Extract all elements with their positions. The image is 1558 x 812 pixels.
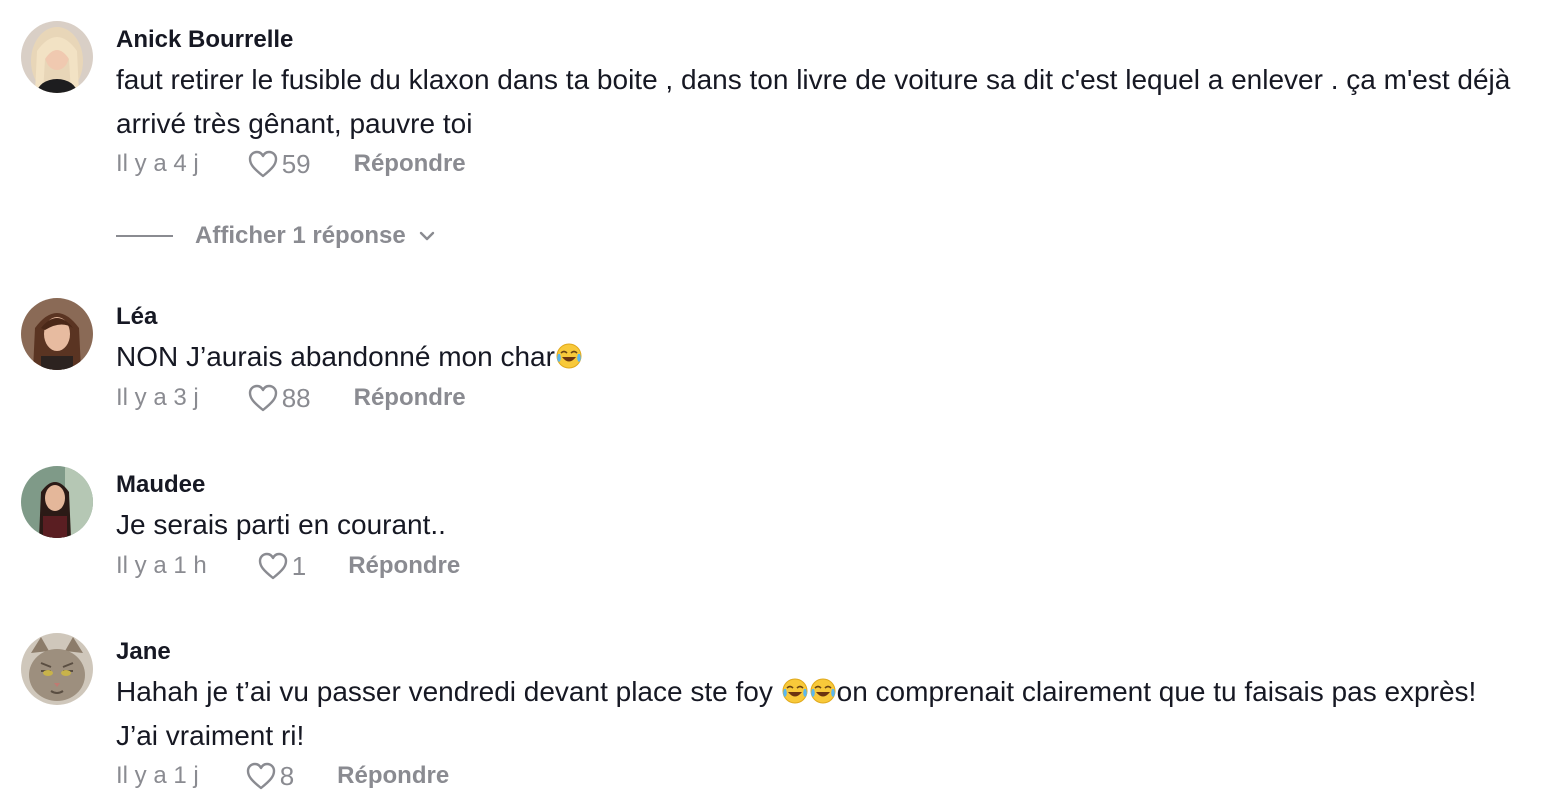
reply-button[interactable]: Répondre bbox=[348, 552, 460, 580]
avatar[interactable] bbox=[21, 466, 93, 538]
like-count: 1 bbox=[291, 550, 307, 581]
like-button[interactable]: 1 bbox=[257, 551, 306, 582]
comment-text-part: Je serais parti en courant.. bbox=[116, 509, 446, 540]
face-with-tears-of-joy-icon bbox=[555, 342, 583, 370]
heart-icon[interactable] bbox=[247, 383, 279, 413]
comment-time: Il y a 4 j bbox=[116, 150, 199, 177]
comment-author[interactable]: Jane bbox=[116, 638, 171, 666]
reply-button[interactable]: Répondre bbox=[354, 384, 466, 412]
like-count: 59 bbox=[281, 148, 311, 179]
reply-button[interactable]: Répondre bbox=[337, 762, 449, 790]
avatar[interactable] bbox=[21, 633, 93, 705]
face-with-tears-of-joy-icon bbox=[781, 677, 809, 705]
avatar[interactable] bbox=[21, 21, 93, 93]
comment-time: Il y a 1 h bbox=[116, 552, 207, 579]
chevron-down-icon[interactable] bbox=[418, 230, 436, 242]
like-count: 88 bbox=[281, 382, 311, 413]
comment-author[interactable]: Anick Bourrelle bbox=[116, 26, 293, 54]
comment-text-part: faut retirer le fusible du klaxon dans t… bbox=[116, 64, 1511, 139]
view-replies-label[interactable]: Afficher 1 réponse bbox=[195, 222, 406, 250]
like-count: 8 bbox=[279, 760, 295, 791]
comment-time: Il y a 3 j bbox=[116, 384, 199, 411]
comment-time: Il y a 1 j bbox=[116, 762, 199, 789]
comment-meta: Il y a 1 h 1 Répondre bbox=[116, 549, 460, 583]
comment-text: Je serais parti en courant.. bbox=[116, 503, 1546, 547]
heart-icon[interactable] bbox=[247, 149, 279, 179]
like-button[interactable]: 88 bbox=[247, 383, 311, 414]
comment-author[interactable]: Maudee bbox=[116, 471, 205, 499]
avatar-blonde-woman-icon bbox=[21, 21, 93, 93]
comment-meta: Il y a 3 j 88 Répondre bbox=[116, 381, 466, 415]
avatar[interactable] bbox=[21, 298, 93, 370]
comment-meta: Il y a 1 j 8 Répondre bbox=[116, 759, 449, 793]
reply-button[interactable]: Répondre bbox=[354, 150, 466, 178]
view-replies-button[interactable]: Afficher 1 réponse bbox=[116, 220, 436, 252]
avatar-brunette-woman-icon bbox=[21, 298, 93, 370]
face-with-tears-of-joy-icon bbox=[809, 677, 837, 705]
like-button[interactable]: 59 bbox=[247, 149, 311, 180]
comment-text: NON J’aurais abandonné mon char bbox=[116, 335, 1546, 379]
comment-meta: Il y a 4 j 59 Répondre bbox=[116, 147, 466, 181]
heart-icon[interactable] bbox=[257, 551, 289, 581]
comment-author[interactable]: Léa bbox=[116, 303, 157, 331]
comment-text-part: NON J’aurais abandonné mon char bbox=[116, 341, 555, 372]
comment-text: faut retirer le fusible du klaxon dans t… bbox=[116, 58, 1546, 146]
comment-text-part: Hahah je t’ai vu passer vendredi devant … bbox=[116, 676, 781, 707]
divider bbox=[116, 235, 173, 237]
like-button[interactable]: 8 bbox=[245, 761, 294, 792]
avatar-dark-hair-woman-icon bbox=[21, 466, 93, 538]
heart-icon[interactable] bbox=[245, 761, 277, 791]
avatar-cat-icon bbox=[21, 633, 93, 705]
comment-text: Hahah je t’ai vu passer vendredi devant … bbox=[116, 670, 1496, 758]
